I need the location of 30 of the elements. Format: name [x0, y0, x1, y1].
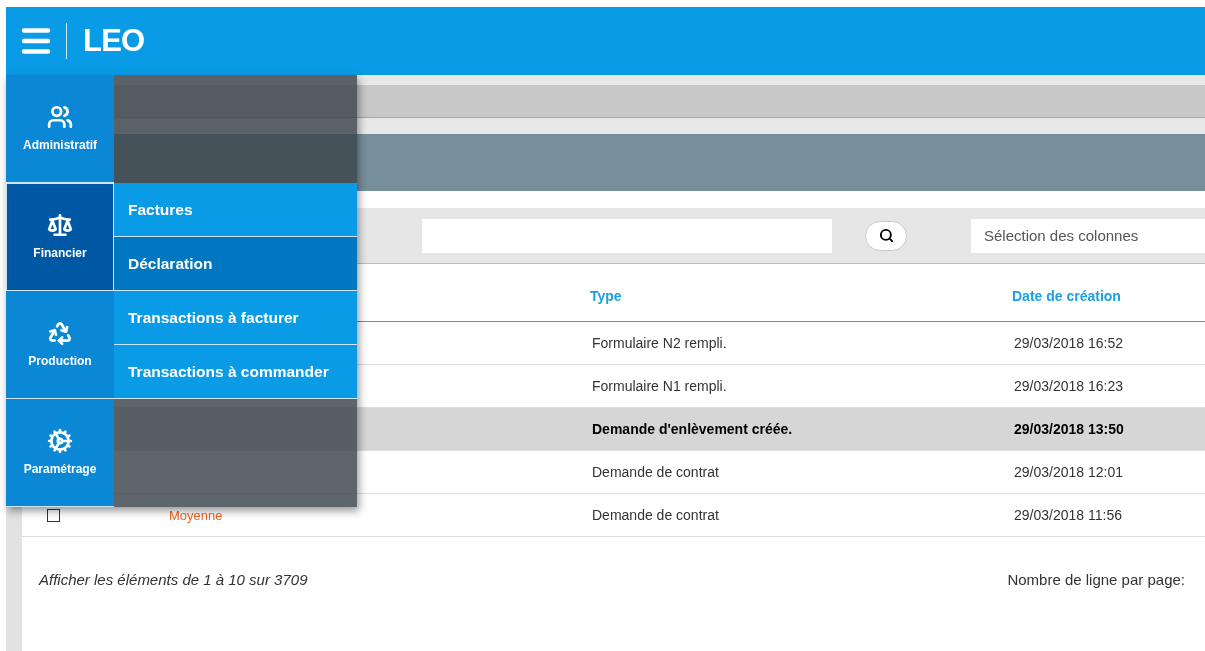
nav-item[interactable]: Financier	[6, 183, 114, 291]
table-cell-text: 29/03/2018 16:23	[1013, 376, 1124, 396]
table-cell-text: Demande d'enlèvement créée.	[591, 419, 794, 439]
gears-icon	[47, 427, 73, 454]
recycle-icon	[47, 319, 73, 346]
priority-label: Moyenne	[169, 507, 223, 523]
search-button[interactable]	[865, 220, 907, 251]
scale-icon	[47, 212, 73, 238]
submenu-item[interactable]: Déclaration	[114, 237, 357, 291]
table-cell-text: 29/03/2018 12:01	[1013, 462, 1124, 482]
submenu-item[interactable]: Factures	[114, 183, 357, 237]
column-header[interactable]: Date de création	[1012, 286, 1205, 307]
search-icon	[878, 228, 894, 243]
table-cell-text: 29/03/2018 16:52	[1013, 333, 1124, 353]
submenu-item[interactable]: Transactions à facturer	[114, 291, 357, 345]
table-cell-text: Formulaire N1 rempli.	[591, 376, 728, 396]
table-cell-text: Formulaire N2 rempli.	[591, 333, 728, 353]
pagination-summary: Afficher les éléments de 1 à 10 sur 3709	[39, 569, 308, 590]
submenu-item[interactable]: Transactions à commander	[114, 345, 357, 399]
users-icon	[47, 103, 73, 130]
search-field[interactable]	[422, 218, 832, 253]
table-cell-text: Demande de contrat	[591, 462, 720, 482]
table-cell-text: Demande de contrat	[591, 505, 720, 525]
column-header[interactable]: Type	[590, 286, 1012, 307]
table-cell-text: 29/03/2018 13:50	[1013, 419, 1125, 439]
page-size-label: Nombre de ligne par page:	[1007, 569, 1185, 590]
app-title: LEO	[83, 21, 145, 60]
row-checkbox[interactable]	[47, 508, 60, 522]
column-select[interactable]: Sélection des colonnes	[971, 218, 1205, 253]
table-cell-text: 29/03/2018 11:56	[1013, 505, 1123, 525]
